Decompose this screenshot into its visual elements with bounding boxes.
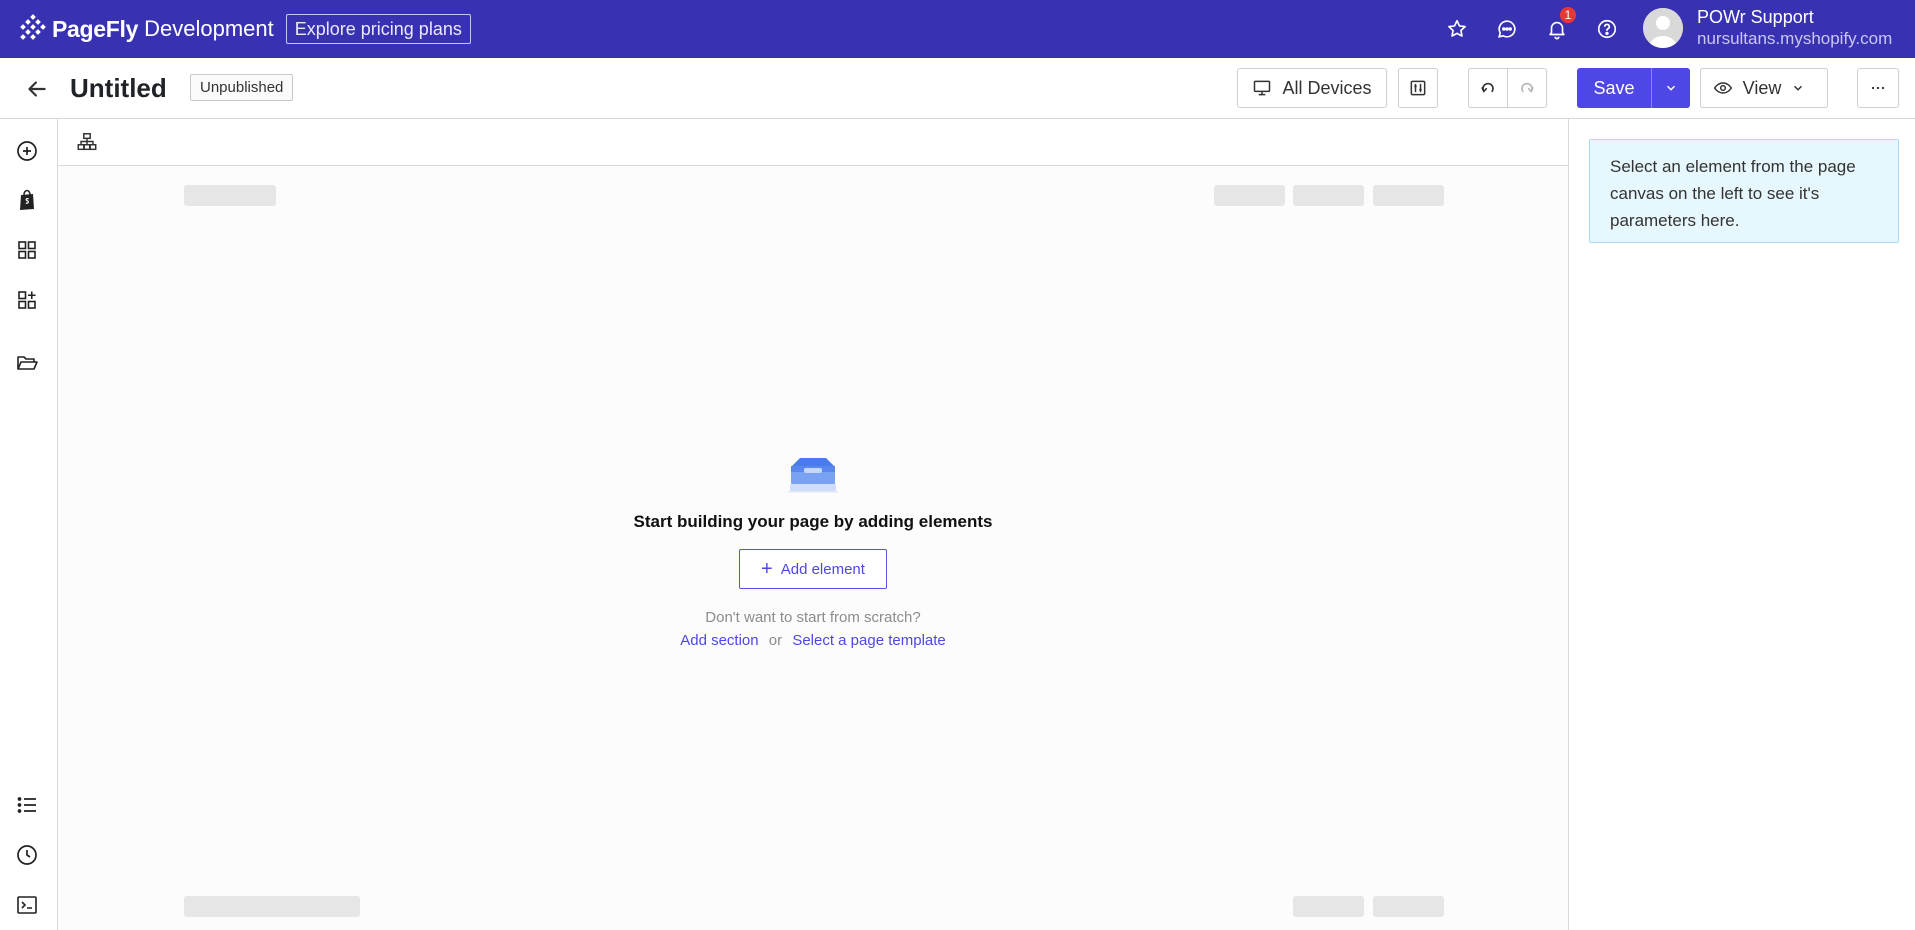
history-tool[interactable] [14, 842, 40, 868]
sections-tool[interactable] [14, 237, 40, 263]
back-arrow-icon[interactable] [24, 76, 50, 102]
skeleton-placeholder [184, 185, 276, 206]
notifications-button[interactable]: 1 [1532, 0, 1582, 58]
notification-count-badge: 1 [1559, 6, 1577, 24]
user-avatar-icon [1643, 8, 1683, 48]
or-separator: or [768, 632, 783, 649]
canvas-toolbar [58, 119, 1568, 166]
help-button[interactable] [1582, 0, 1632, 58]
eye-icon [1713, 82, 1732, 94]
empty-tray-icon [788, 458, 838, 493]
grid-add-icon [18, 291, 36, 309]
more-horizontal-icon [1871, 86, 1885, 90]
plus-icon: + [761, 558, 773, 580]
add-element-tool[interactable] [14, 138, 40, 164]
grid-icon [18, 241, 36, 259]
favorites-button[interactable] [1432, 0, 1482, 58]
add-section-link[interactable]: Add section [680, 632, 758, 649]
undo-button[interactable] [1468, 68, 1508, 108]
top-icons: 1 [1432, 0, 1632, 58]
undo-icon [1481, 82, 1494, 93]
all-devices-label: All Devices [1282, 77, 1372, 98]
pagefly-logo-icon [20, 14, 46, 40]
page-canvas[interactable]: Start building your page by adding eleme… [58, 166, 1568, 930]
explore-pricing-button[interactable]: Explore pricing plans [285, 14, 471, 44]
terminal-icon [17, 896, 37, 914]
save-button-group: Save [1577, 68, 1690, 108]
select-template-link[interactable]: Select a page template [792, 632, 945, 649]
outline-tool[interactable] [14, 792, 40, 818]
all-devices-button[interactable]: All Devices [1237, 68, 1387, 108]
custom-code-tool[interactable] [14, 892, 40, 918]
page-settings-button[interactable] [1398, 68, 1438, 108]
alternative-links: Add section or Select a page template [58, 632, 1568, 649]
skeleton-placeholder [1373, 896, 1444, 917]
chat-button[interactable] [1482, 0, 1532, 58]
user-info: POWr Support nursultans.myshopify.com [1697, 6, 1892, 50]
brand-environment: Development [144, 16, 274, 41]
skeleton-placeholder [184, 896, 360, 917]
empty-state: Start building your page by adding eleme… [58, 454, 1568, 649]
save-options-dropdown[interactable] [1652, 81, 1690, 95]
view-label: View [1742, 77, 1782, 98]
page-library-tool[interactable] [14, 350, 40, 376]
properties-panel: Select an element from the page canvas o… [1568, 119, 1915, 930]
add-element-label: Add element [780, 560, 865, 578]
help-icon [1597, 19, 1617, 39]
avatar [1643, 8, 1683, 48]
scratch-hint: Don't want to start from scratch? [705, 609, 921, 626]
add-circle-icon [17, 141, 37, 161]
redo-button[interactable] [1507, 68, 1547, 108]
user-name: POWr Support [1697, 7, 1814, 27]
empty-state-title: Start building your page by adding eleme… [633, 512, 993, 531]
sliders-icon [1410, 80, 1426, 96]
top-bar: PageFly Development Explore pricing plan… [0, 0, 1915, 58]
skeleton-placeholder [1373, 185, 1444, 206]
user-shop-domain: nursultans.myshopify.com [1697, 29, 1893, 48]
chat-icon [1498, 20, 1516, 38]
star-icon [1448, 19, 1466, 37]
chevron-down-icon [1666, 85, 1676, 91]
chevron-down-icon [1794, 85, 1803, 91]
list-icon [17, 797, 36, 813]
more-options-button[interactable] [1857, 68, 1899, 108]
properties-hint: Select an element from the page canvas o… [1589, 139, 1899, 243]
shopify-elements-tool[interactable] [14, 187, 40, 213]
add-element-button[interactable]: + Add element [739, 549, 887, 589]
save-button[interactable]: Save [1577, 78, 1651, 99]
user-menu[interactable]: POWr Support nursultans.myshopify.com [1643, 6, 1892, 50]
status-badge: Unpublished [190, 74, 294, 101]
skeleton-placeholder [1293, 185, 1364, 206]
pagefly-logo[interactable]: PageFly Development [18, 14, 274, 44]
layer-tree-icon[interactable] [76, 131, 98, 153]
history-clock-icon [17, 845, 37, 865]
editor-header: Untitled Unpublished All Devices Save Vi… [0, 58, 1915, 119]
brand-name: PageFly [52, 15, 139, 42]
apps-tool[interactable] [14, 287, 40, 313]
shopify-bag-icon [20, 189, 34, 210]
skeleton-placeholder [1214, 185, 1285, 206]
page-title[interactable]: Untitled [70, 73, 167, 104]
redo-icon [1521, 82, 1534, 93]
skeleton-placeholder [1293, 896, 1364, 917]
view-button[interactable]: View [1700, 68, 1828, 108]
left-toolbar [0, 119, 58, 930]
desktop-icon [1254, 80, 1271, 96]
folder-open-icon [17, 356, 38, 370]
